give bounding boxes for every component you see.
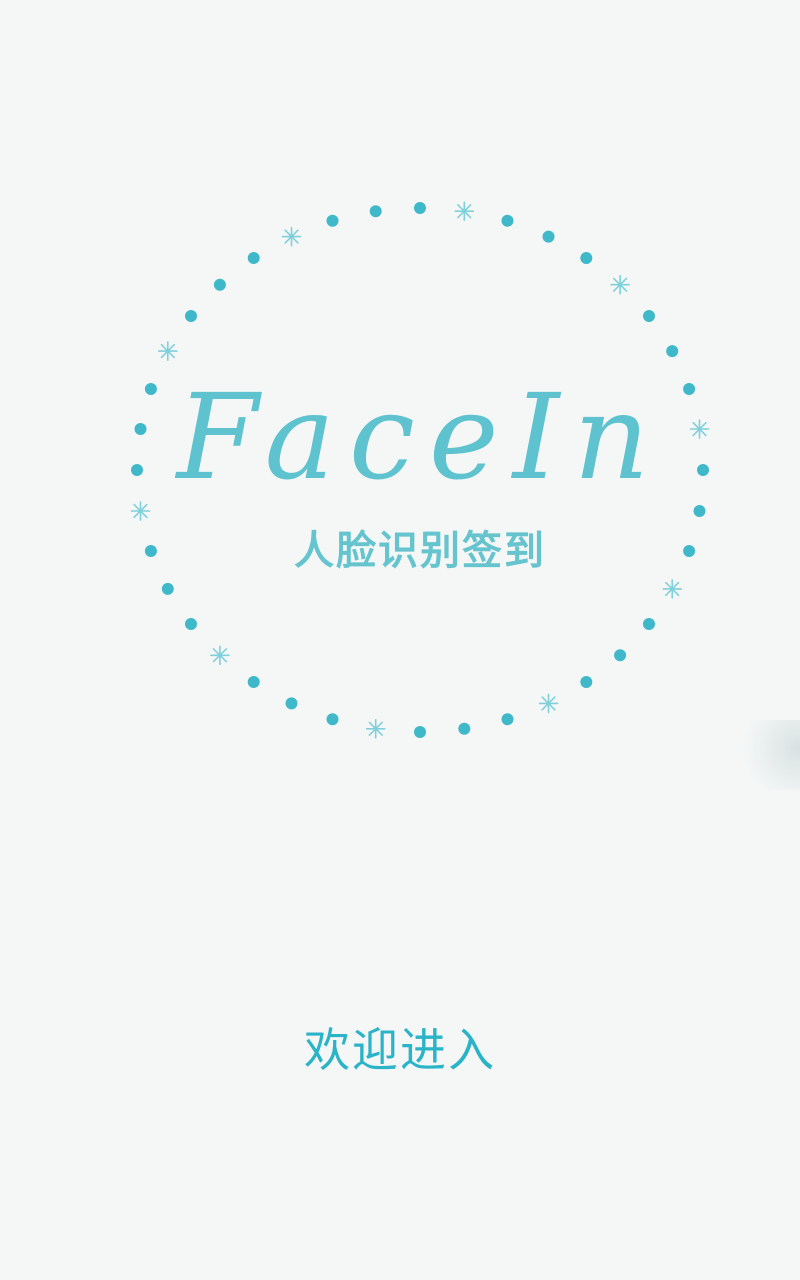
logo-subtitle: 人脸识别签到	[294, 528, 546, 574]
sparkle-icon	[662, 579, 683, 599]
sparkle-icon	[210, 645, 230, 666]
sparkle-icon	[454, 201, 475, 221]
sparkle-icon	[158, 341, 178, 361]
ring-dot	[131, 464, 143, 476]
ring-dot	[213, 278, 226, 291]
sparkle-icon	[130, 501, 151, 521]
ring-dot	[580, 252, 593, 264]
ring-dot	[542, 230, 555, 243]
ring-dot	[501, 214, 514, 227]
ring-dot	[134, 423, 147, 435]
ring-dot	[501, 713, 514, 726]
ring-dot	[697, 464, 709, 476]
ring-dot	[458, 722, 471, 735]
ring-dot	[161, 582, 174, 595]
ring-dot	[326, 214, 339, 227]
ring-dot	[144, 545, 157, 557]
ring-dot	[683, 545, 696, 557]
app-logo: FaceIn 人脸识别签到	[130, 201, 710, 739]
ring-dot	[643, 310, 655, 322]
ring-dot	[369, 205, 382, 218]
ring-dot	[185, 618, 197, 630]
ring-dot	[580, 676, 593, 688]
ring-dot	[144, 383, 157, 395]
ring-dot	[666, 345, 679, 358]
ring-dot	[326, 713, 339, 726]
ring-dot	[285, 697, 298, 710]
splash-screen: FaceIn 人脸识别签到 欢迎进入	[0, 0, 800, 1280]
sparkle-icon	[689, 419, 710, 439]
ring-dot	[247, 676, 260, 688]
ring-dot	[414, 726, 426, 738]
edge-shadow-decoration	[730, 720, 800, 790]
ring-dot	[414, 202, 426, 214]
sparkle-icon	[365, 718, 386, 739]
sparkle-icon	[538, 693, 559, 714]
sparkle-icon	[281, 226, 302, 247]
sparkle-icon	[610, 274, 630, 295]
ring-dot	[683, 383, 696, 395]
ring-dot	[185, 310, 197, 322]
welcome-enter-button[interactable]: 欢迎进入	[0, 1018, 800, 1082]
ring-dot	[247, 252, 260, 264]
logo-title: FaceIn	[175, 368, 664, 506]
ring-dot	[693, 505, 706, 517]
ring-dot	[614, 649, 627, 662]
ring-dot	[643, 618, 655, 630]
